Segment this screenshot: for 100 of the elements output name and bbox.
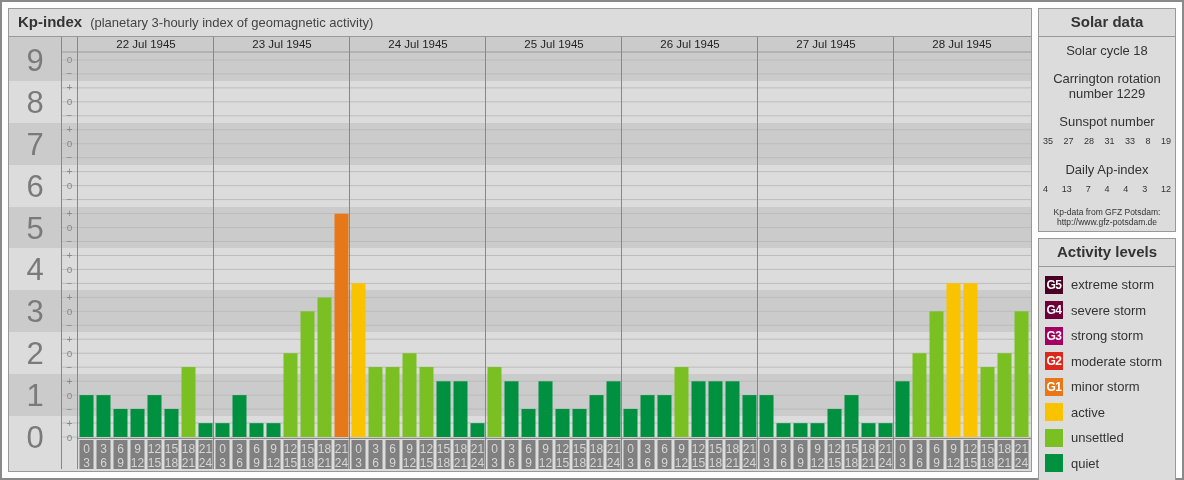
minor-tick-label: − [66, 194, 73, 206]
y-axis-label: 5 [26, 210, 44, 246]
sunspot-number: 28 [1083, 135, 1094, 148]
y-axis-label: 8 [26, 84, 44, 120]
time-slot-label: 9 12 [266, 440, 281, 469]
time-slot-label: 0 3 [623, 440, 638, 469]
time-slot-label: 21 24 [742, 440, 757, 469]
minor-tick-label: + [66, 124, 73, 136]
time-slot-label: 21 24 [1014, 440, 1029, 469]
time-slot-label: 3 6 [640, 440, 655, 469]
time-slot-label: 3 6 [776, 440, 791, 469]
level-label: minor storm [1071, 378, 1140, 396]
minor-tick-label: + [66, 249, 73, 261]
level-label: active [1071, 403, 1105, 422]
time-slot-label: 0 3 [487, 440, 502, 469]
level-label: quiet [1071, 454, 1100, 473]
source-note: Kp-data from GFZ Potsdam: [1053, 207, 1161, 217]
minor-tick-label: − [66, 68, 73, 80]
minor-tick-label: o [66, 222, 73, 234]
date-label: 23 Jul 1945 [252, 38, 312, 50]
time-slot-label: 0 3 [351, 440, 366, 469]
ap-index-value: 13 [1061, 182, 1072, 196]
sunspot-number: 19 [1160, 135, 1171, 148]
time-slot-label: 6 9 [929, 440, 944, 469]
time-slot-label: 15 18 [980, 440, 995, 469]
date-label: 28 Jul 1945 [932, 38, 992, 50]
minor-tick-label: o [66, 347, 73, 359]
ap-index-heading: Daily Ap-index [1065, 161, 1149, 177]
sunspot-number: 33 [1124, 135, 1135, 148]
minor-tick-label: − [66, 319, 73, 331]
ap-index-value: 4 [1123, 182, 1129, 196]
time-slot-label: 18 21 [725, 440, 740, 469]
time-slot-label: 9 12 [538, 440, 553, 469]
time-slot-label: 18 21 [181, 440, 196, 469]
minor-tick-label: + [66, 82, 73, 94]
level-label: severe storm [1071, 301, 1147, 320]
time-slot-label: 3 6 [368, 440, 383, 469]
time-slot-label: 15 18 [572, 440, 587, 469]
chart-title: Kp-index [18, 12, 83, 33]
time-slot-label: 21 24 [606, 440, 621, 469]
panel-title: Solar data [1039, 9, 1175, 37]
level-label: extreme storm [1071, 276, 1155, 294]
time-slot-label: 0 3 [79, 440, 94, 469]
date-label: 25 Jul 1945 [524, 38, 584, 50]
time-slot-label: 9 12 [402, 440, 417, 469]
time-slot-label: 0 3 [895, 440, 910, 469]
time-slot-label: 12 15 [147, 440, 162, 469]
time-slot-label: 18 21 [997, 440, 1012, 469]
y-axis-label: 2 [26, 336, 44, 372]
time-slot-label: 6 9 [521, 440, 536, 469]
time-slot-label: 15 18 [300, 440, 315, 469]
storm-level-code: G5 [1045, 275, 1063, 294]
y-axis-label: 9 [26, 42, 44, 78]
storm-level-code: G3 [1045, 326, 1063, 345]
ap-index-value: 3 [1142, 182, 1148, 196]
time-slot-label: 9 12 [130, 440, 145, 469]
time-slot-label: 6 9 [385, 440, 400, 469]
time-slot-label: 12 15 [283, 440, 298, 469]
sunspot-number: 27 [1063, 135, 1074, 148]
time-slot-label: 21 24 [334, 440, 349, 469]
time-slot-label: 12 15 [827, 440, 842, 469]
minor-tick-label: o [66, 389, 73, 401]
storm-level-code: G2 [1045, 352, 1063, 371]
level-label: moderate storm [1071, 352, 1163, 371]
time-slot-label: 6 9 [249, 440, 264, 469]
time-slot-label: 12 15 [963, 440, 978, 469]
minor-tick-label: o [66, 96, 73, 108]
date-label: 22 Jul 1945 [116, 38, 176, 50]
carrington-rotation-text: Carrington rotation number 1229 [1052, 71, 1162, 101]
minor-tick-label: o [66, 180, 73, 192]
minor-tick-label: − [66, 277, 73, 289]
y-axis-label: 4 [26, 252, 44, 288]
time-slot-label: 21 24 [878, 440, 893, 469]
minor-tick-label: − [66, 110, 73, 122]
minor-tick-label: o [66, 431, 73, 443]
minor-tick-label: + [66, 417, 73, 429]
y-axis-label: 1 [26, 378, 44, 414]
time-slot-label: 15 18 [164, 440, 179, 469]
ap-index-value: 7 [1085, 182, 1091, 196]
time-slot-label: 18 21 [453, 440, 468, 469]
time-slot-label: 12 15 [419, 440, 434, 469]
time-slot-label: 15 18 [844, 440, 859, 469]
sunspot-heading: Sunspot number [1059, 114, 1155, 129]
date-label: 26 Jul 1945 [660, 38, 720, 50]
minor-tick-label: o [66, 263, 73, 275]
minor-tick-label: + [66, 333, 73, 345]
time-slot-label: 21 24 [470, 440, 485, 469]
minor-tick-label: − [66, 403, 73, 415]
time-slot-label: 9 12 [946, 440, 961, 469]
time-slot-label: 9 12 [810, 440, 825, 469]
time-slot-label: 0 3 [759, 440, 774, 469]
storm-level-code: G1 [1045, 377, 1063, 396]
time-slot-label: 21 24 [198, 440, 213, 469]
time-slot-label: 18 21 [589, 440, 604, 469]
ap-index-value: 12 [1160, 182, 1171, 196]
solar-cycle-text: Solar cycle 18 [1066, 43, 1148, 58]
time-slot-label: 6 9 [113, 440, 128, 469]
minor-tick-label: + [66, 291, 73, 303]
time-slot-label: 15 18 [708, 440, 723, 469]
minor-tick-label: − [66, 236, 73, 247]
